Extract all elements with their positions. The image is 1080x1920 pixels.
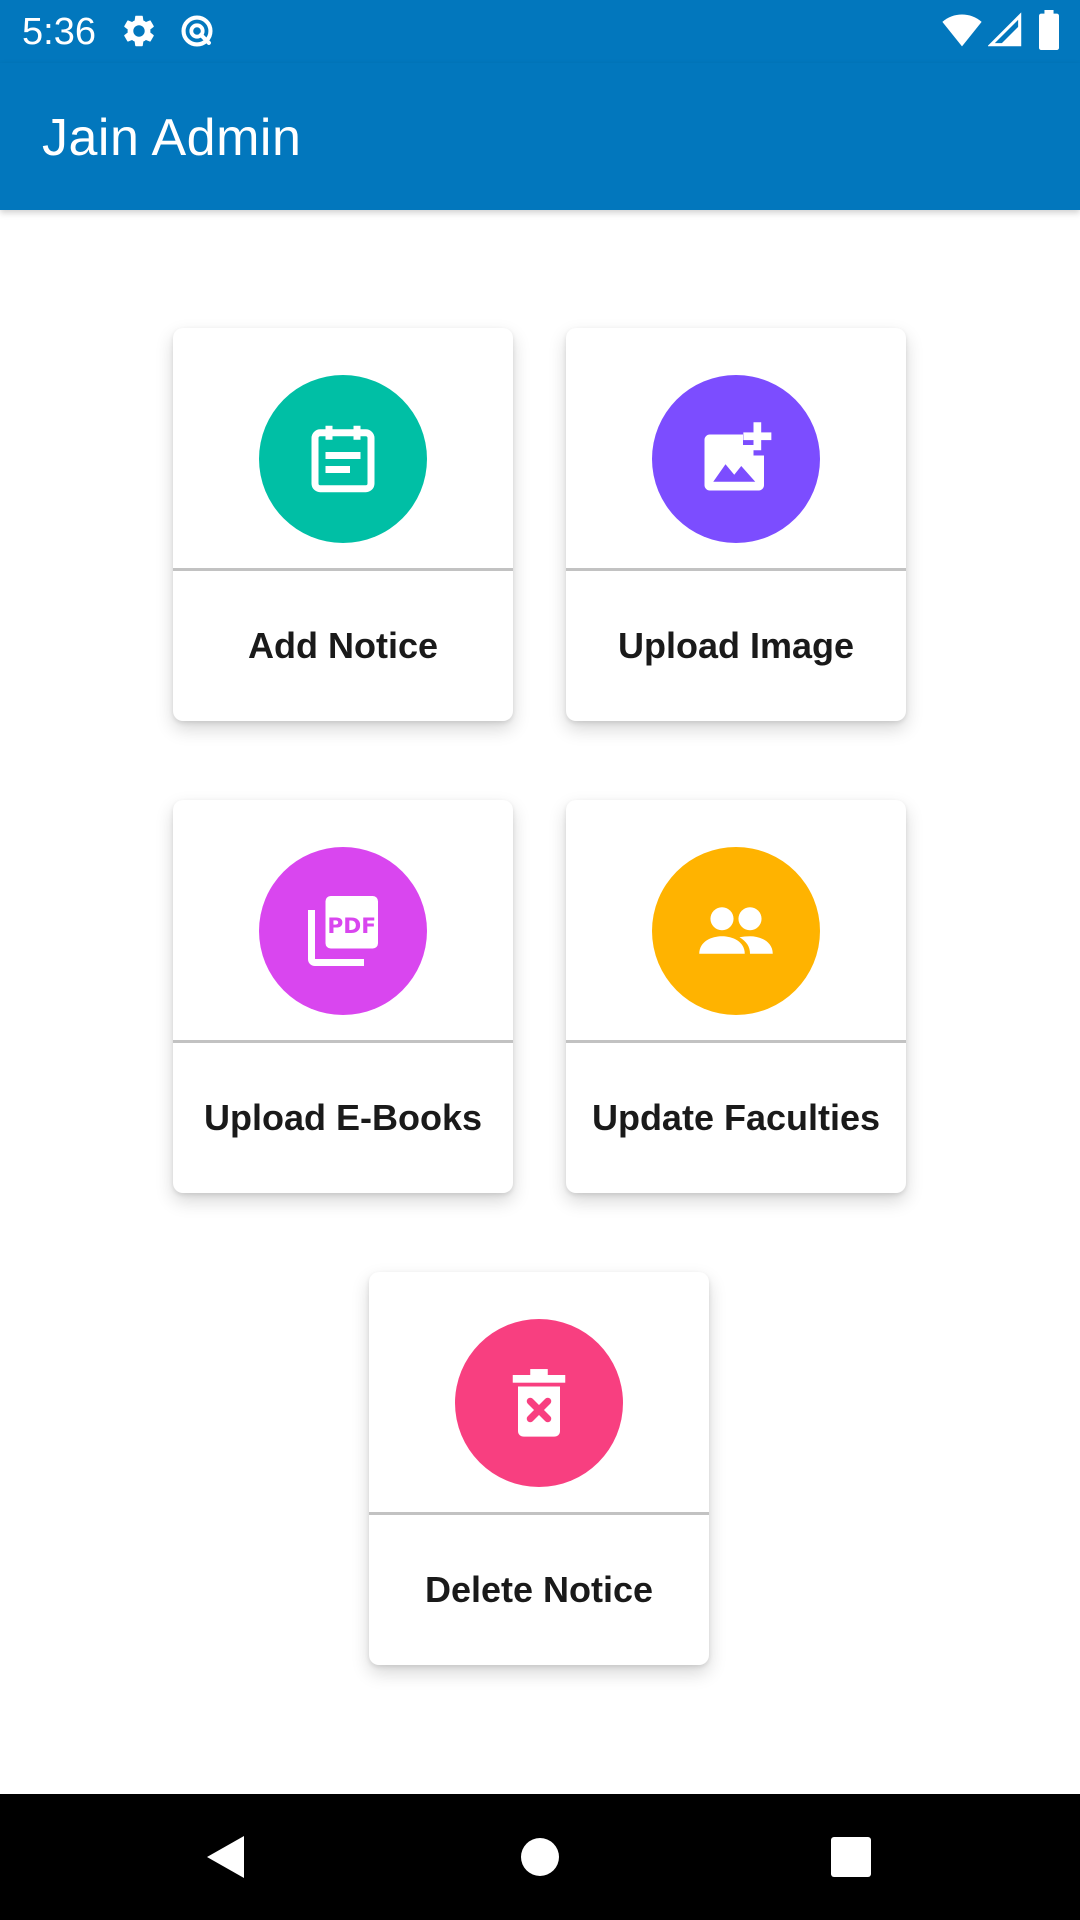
add-notice-card[interactable]: Add Notice <box>173 328 513 721</box>
calendar-notice-icon <box>311 425 375 493</box>
add-photo-icon <box>704 422 772 491</box>
upload-ebooks-icon-circle: PDF <box>259 847 427 1015</box>
update-faculties-label: Update Faculties <box>591 1097 881 1138</box>
card-icon-area: PDF <box>173 800 513 1040</box>
delete-icon <box>512 1369 566 1437</box>
card-icon-area <box>566 328 906 568</box>
update-faculties-icon-circle <box>652 847 820 1015</box>
upload-image-label: Upload Image <box>617 625 855 666</box>
upload-ebooks-label: Upload E-Books <box>203 1097 482 1138</box>
app-title: Jain Admin <box>42 109 302 167</box>
upload-image-card[interactable]: Upload Image <box>566 328 906 721</box>
card-icon-area <box>173 328 513 568</box>
pdf-icon: PDF <box>308 896 378 966</box>
battery-icon <box>1039 10 1059 50</box>
app-bar: Jain Admin <box>0 63 1080 210</box>
home-icon[interactable] <box>520 1837 560 1877</box>
delete-notice-icon-circle <box>455 1319 623 1487</box>
update-faculties-card[interactable]: Update Faculties <box>566 800 906 1193</box>
recents-icon[interactable] <box>831 1837 871 1877</box>
upload-ebooks-card[interactable]: PDF Upload E-Books <box>173 800 513 1193</box>
gear-icon <box>124 15 154 47</box>
status-time: 5:36 <box>22 11 96 53</box>
svg-text:PDF: PDF <box>327 914 376 939</box>
people-icon <box>699 907 773 954</box>
status-bar: 5:36 <box>0 0 1080 63</box>
delete-notice-card[interactable]: Delete Notice <box>369 1272 709 1665</box>
delete-notice-label: Delete Notice <box>424 1569 654 1610</box>
card-icon-area <box>369 1272 709 1512</box>
signal-icon <box>988 12 1022 47</box>
back-icon[interactable] <box>204 1834 248 1880</box>
data-saver-icon <box>181 15 213 47</box>
add-notice-icon-circle <box>259 375 427 543</box>
upload-image-icon-circle <box>652 375 820 543</box>
navigation-bar <box>0 1794 1080 1920</box>
wifi-icon <box>942 14 982 47</box>
add-notice-label: Add Notice <box>247 625 438 666</box>
card-icon-area <box>566 800 906 1040</box>
